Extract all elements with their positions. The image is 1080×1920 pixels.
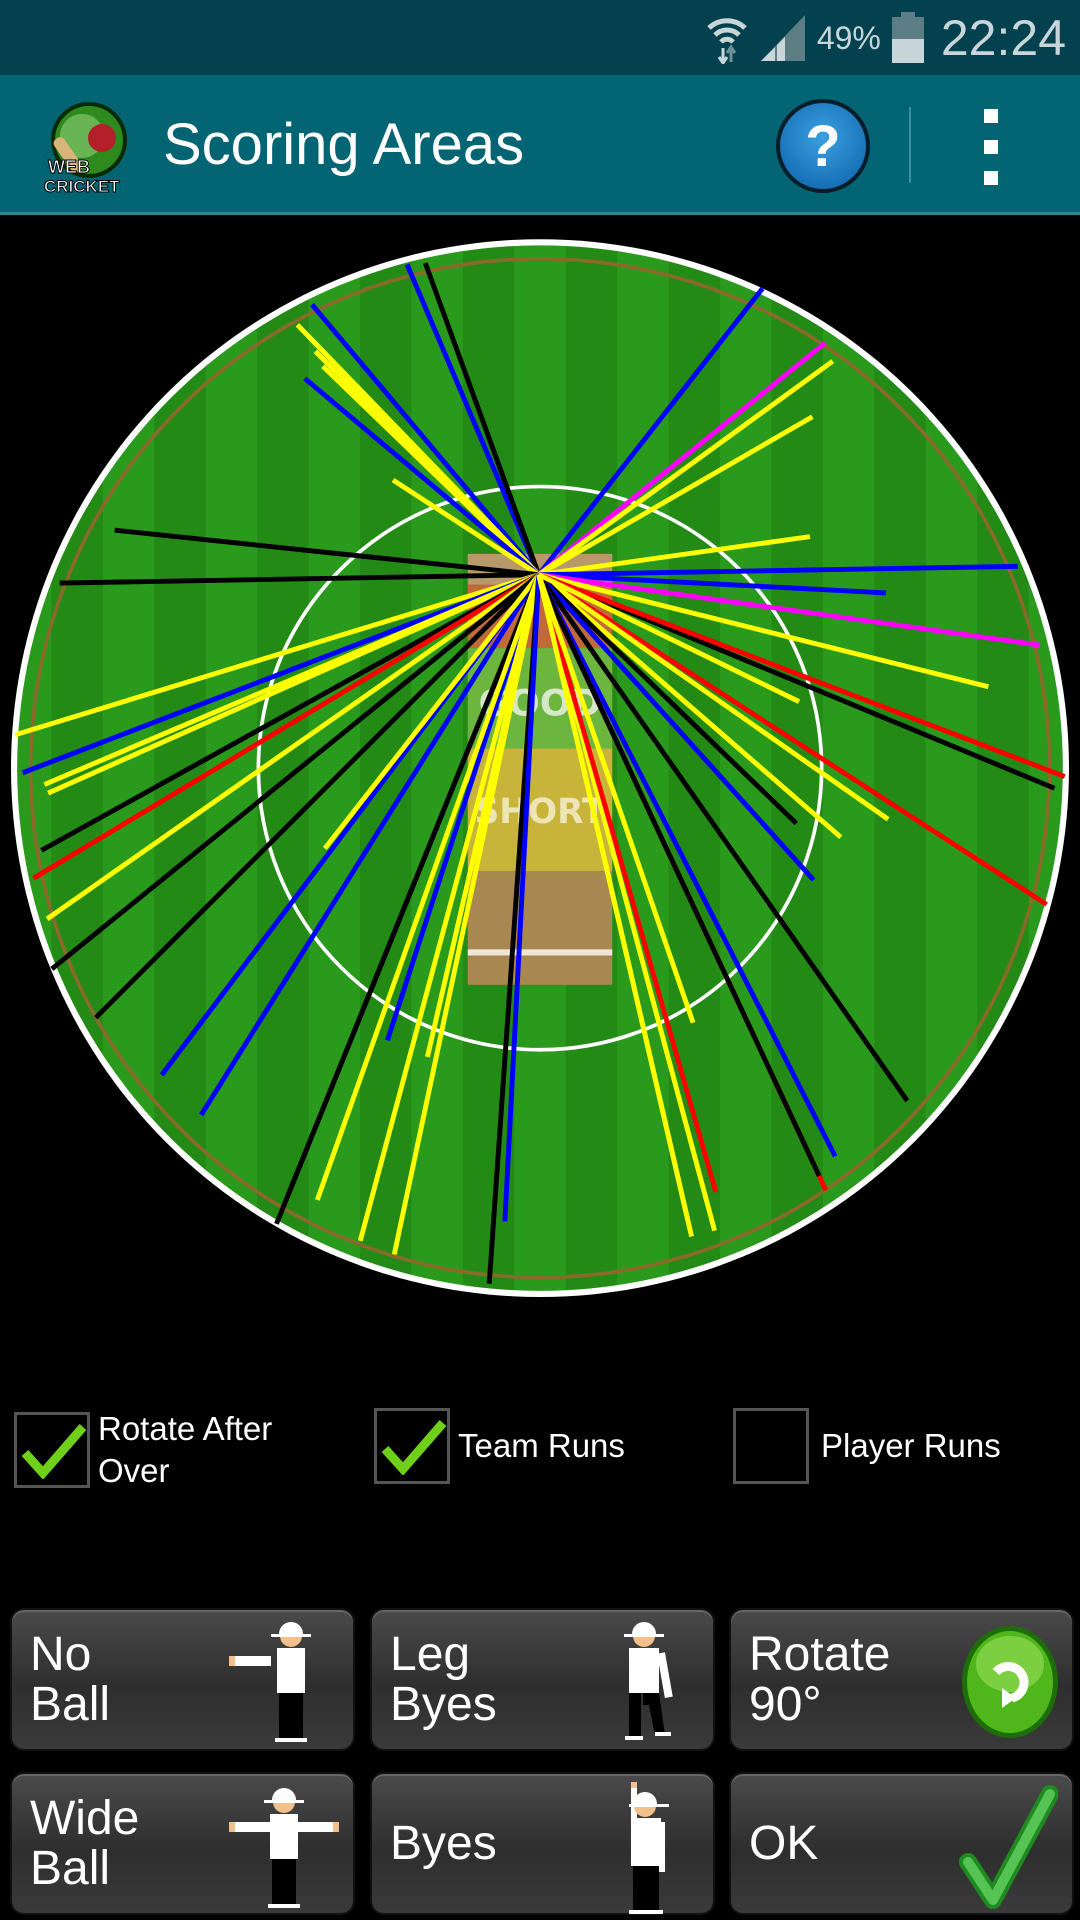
status-bar: 49% 22:24 — [0, 0, 1080, 75]
umpire-wide-icon — [229, 1788, 339, 1908]
rotate-icon — [962, 1626, 1058, 1738]
signal-icon — [760, 15, 805, 61]
ok-label: OK — [749, 1816, 819, 1870]
checkmark-icon — [21, 1424, 87, 1479]
checkbox-box[interactable] — [374, 1408, 450, 1484]
byes-button[interactable]: Byes — [370, 1772, 715, 1915]
wide-ball-label: Wide Ball — [30, 1791, 140, 1895]
umpire-leg-byes-icon — [624, 1622, 673, 1740]
checkmark-icon — [381, 1420, 447, 1475]
help-icon: ? — [805, 113, 841, 179]
checkbox-box[interactable] — [733, 1408, 809, 1484]
clock: 22:24 — [940, 10, 1066, 66]
app-bar: WEB CRICKET Scoring Areas ? — [0, 75, 1080, 215]
ok-checkmark-icon — [959, 1785, 1058, 1909]
web-cricket-logo: WEB CRICKET — [44, 102, 127, 195]
svg-text:CRICKET: CRICKET — [44, 177, 120, 195]
divider — [909, 107, 911, 183]
scoring-field[interactable]: GOOD SHORT — [0, 216, 1080, 1346]
no-ball-button[interactable]: No Ball — [10, 1608, 355, 1751]
leg-byes-label: Leg Byes — [390, 1627, 497, 1731]
umpire-byes-icon — [629, 1782, 669, 1914]
no-ball-label: No Ball — [30, 1627, 111, 1731]
rotate-after-over-checkbox[interactable]: Rotate After Over — [14, 1408, 318, 1492]
checkbox-box[interactable] — [14, 1412, 90, 1488]
rotate-after-over-label: Rotate After Over — [98, 1410, 273, 1489]
team-runs-checkbox[interactable]: Team Runs — [374, 1408, 625, 1484]
battery-percent: 49% — [816, 19, 881, 56]
wide-ball-button[interactable]: Wide Ball — [10, 1772, 355, 1915]
battery-icon — [891, 12, 924, 63]
page-title: Scoring Areas — [163, 112, 525, 177]
wifi-icon — [707, 18, 747, 64]
svg-text:WEB: WEB — [48, 157, 90, 177]
rotate-90-label: Rotate 90° — [749, 1627, 891, 1731]
byes-label: Byes — [390, 1816, 497, 1870]
team-runs-label: Team Runs — [458, 1427, 625, 1464]
leg-byes-button[interactable]: Leg Byes — [370, 1608, 715, 1751]
pitch-short-label: SHORT — [475, 792, 606, 832]
overflow-menu-icon[interactable] — [984, 109, 1000, 189]
help-button[interactable]: ? — [776, 99, 870, 193]
player-runs-checkbox[interactable]: Player Runs — [733, 1408, 1001, 1484]
ok-button[interactable]: OK — [729, 1772, 1074, 1915]
rotate-90-button[interactable]: Rotate 90° — [729, 1608, 1074, 1751]
umpire-no-ball-icon — [229, 1622, 311, 1742]
player-runs-label: Player Runs — [821, 1427, 1001, 1464]
